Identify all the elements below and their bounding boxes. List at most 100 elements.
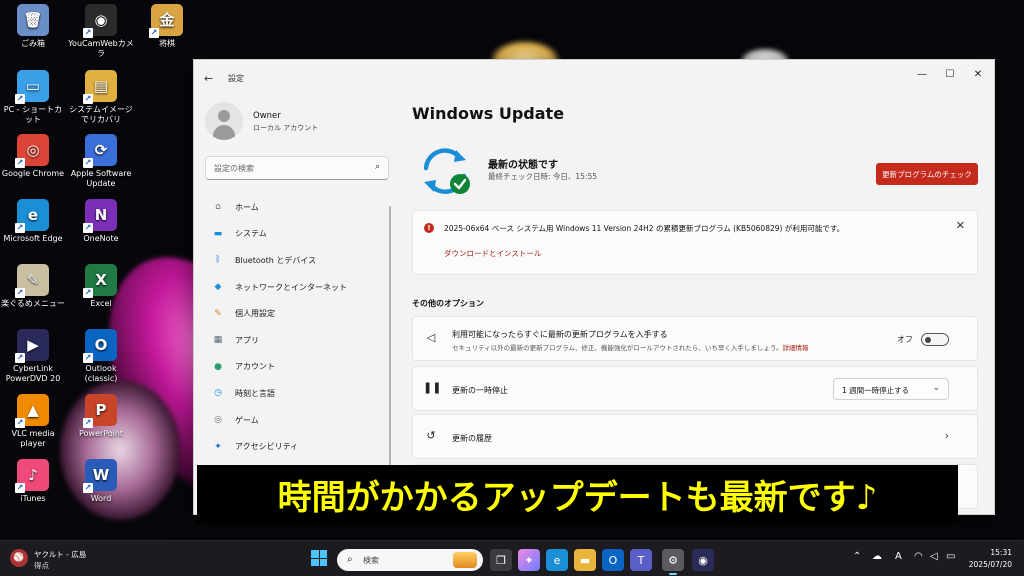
toggle-knob bbox=[925, 336, 931, 343]
update-status: 最新の状態です 最終チェック日時: 今日、15:55 更新プログラムのチェック bbox=[412, 142, 978, 196]
shortcut-arrow-icon: ↗ bbox=[83, 94, 93, 104]
taskbar: ⚾ ヤクルト - 広島 得点 ⌕ 検索 ❐ ✦ e ▬ O T ⚙ ◉ ⌃ ☁ … bbox=[0, 540, 1024, 576]
desktop-icon-label: CyberLink PowerDVD 20 bbox=[5, 364, 61, 383]
desktop-icon-label: Apple Software Update bbox=[70, 169, 132, 188]
app-icon: 🗑 bbox=[17, 4, 49, 36]
app-icon: ▭ ↗ bbox=[15, 70, 49, 104]
main-content: Windows Update 最新の状態です 最終チェック日時: 今日、15:5… bbox=[412, 60, 978, 514]
desktop-icon[interactable]: ▭ ↗ PC - ショートカット bbox=[0, 70, 66, 125]
sidebar-item[interactable]: ◆ ネットワークとインターネット bbox=[205, 274, 389, 301]
sidebar-item[interactable]: ◷ 時刻と言語 bbox=[205, 380, 389, 407]
desktop-icon[interactable]: ▶ ↗ CyberLink PowerDVD 20 bbox=[0, 329, 66, 384]
shortcut-arrow-icon: ↗ bbox=[15, 223, 25, 233]
desktop-icon[interactable]: e ↗ Microsoft Edge bbox=[0, 199, 66, 244]
latest-updates-toggle[interactable] bbox=[921, 333, 949, 346]
taskbar-search-input[interactable]: ⌕ 検索 bbox=[337, 549, 483, 571]
chevron-down-icon: ⌄ bbox=[932, 383, 940, 393]
megaphone-icon: ◁ bbox=[426, 331, 436, 344]
file-explorer-icon[interactable]: ▬ bbox=[574, 549, 596, 571]
shortcut-arrow-icon: ↗ bbox=[83, 353, 93, 363]
shortcut-arrow-icon: ↗ bbox=[15, 158, 25, 168]
sidebar-item[interactable]: ⌂ ホーム bbox=[205, 194, 389, 221]
desktop-icon[interactable]: ⟳ ↗ Apple Software Update bbox=[68, 134, 134, 189]
sidebar-item-label: ネットワークとインターネット bbox=[235, 282, 347, 292]
desktop-icon[interactable]: ▲ ↗ VLC media player bbox=[0, 394, 66, 449]
settings-gear-icon[interactable]: ⚙ bbox=[662, 549, 684, 575]
system-clock[interactable]: 15:31 2025/07/20 bbox=[969, 547, 1012, 571]
desktop-icon[interactable]: ◎ ↗ Google Chrome bbox=[0, 134, 66, 179]
close-icon[interactable]: ✕ bbox=[956, 219, 965, 232]
task-view-icon[interactable]: ❐ bbox=[490, 549, 512, 571]
settings-window: ← 設定 — ☐ ✕ Owner ローカル アカウント 設定の検索 ⌕ ⌂ ホーム… bbox=[193, 59, 995, 515]
start-button[interactable] bbox=[311, 550, 327, 566]
desktop-icon[interactable]: W ↗ Word bbox=[68, 459, 134, 504]
desktop-icon-label: PC - ショートカット bbox=[3, 105, 63, 124]
last-checked-text: 最終チェック日時: 今日、15:55 bbox=[488, 172, 598, 181]
sidebar-item[interactable]: ✎ 個人用設定 bbox=[205, 300, 389, 327]
video-caption: 時間がかかるアップデートも最新です♪ bbox=[197, 465, 958, 523]
history-icon: ↺ bbox=[426, 429, 436, 442]
download-install-link[interactable]: ダウンロードとインストール bbox=[444, 248, 541, 259]
update-history-option[interactable]: ↺ 更新の履歴 › bbox=[412, 414, 978, 459]
cloud-offline-icon[interactable]: ☁ bbox=[872, 551, 882, 562]
shortcut-arrow-icon: ↗ bbox=[83, 483, 93, 493]
settings-search-input[interactable]: 設定の検索 ⌕ bbox=[205, 156, 389, 180]
teams-icon[interactable]: T bbox=[630, 549, 652, 571]
app-icon: X ↗ bbox=[83, 264, 117, 298]
sidebar-item[interactable]: ✦ アクセシビリティ bbox=[205, 433, 389, 460]
sync-status-icon bbox=[423, 148, 470, 194]
sidebar-item[interactable]: ▦ アプリ bbox=[205, 327, 389, 354]
sidebar-item-icon: ◆ bbox=[214, 282, 222, 293]
desktop-icon-label: Excel bbox=[90, 299, 112, 308]
taskbar-search-placeholder: 検索 bbox=[363, 556, 379, 565]
copilot-icon[interactable]: ✦ bbox=[518, 549, 540, 571]
option-title: 利用可能になったらすぐに最新の更新プログラムを入手する bbox=[452, 330, 668, 339]
desktop-icon[interactable]: N ↗ OneNote bbox=[68, 199, 134, 244]
sidebar-item[interactable]: ◎ ゲーム bbox=[205, 407, 389, 434]
app-icon: W ↗ bbox=[83, 459, 117, 493]
edge-icon[interactable]: e bbox=[546, 549, 568, 571]
check-for-updates-button[interactable]: 更新プログラムのチェック bbox=[876, 163, 978, 185]
desktop-icon[interactable]: ▤ ↗ システムイメージでリカバリ bbox=[68, 70, 134, 125]
option-description: セキュリティ以外の最新の更新プログラム、修正、機能強化がロールアウトされたら、い… bbox=[452, 342, 809, 352]
desktop-icon[interactable]: P ↗ PowerPoint bbox=[68, 394, 134, 439]
toggle-state-label: オフ bbox=[897, 335, 913, 344]
sidebar-item-label: Bluetooth とデバイス bbox=[235, 255, 317, 265]
sidebar-item[interactable]: ● アカウント bbox=[205, 354, 389, 381]
sidebar-nav: ⌂ ホーム ▬ システム ᛒ Bluetooth とデバイス ◆ ネットワークとインターネット… bbox=[205, 194, 389, 460]
get-latest-updates-option[interactable]: ◁ 利用可能になったらすぐに最新の更新プログラムを入手する セキュリティ以外の最… bbox=[412, 316, 978, 361]
desktop-icon[interactable]: X ↗ Excel bbox=[68, 264, 134, 309]
sidebar-item-icon: ⌂ bbox=[215, 202, 221, 213]
powerdvd-icon[interactable]: ◉ bbox=[692, 549, 714, 571]
sidebar-item[interactable]: ▬ システム bbox=[205, 221, 389, 248]
desktop-icon-label: Outlook (classic) bbox=[84, 364, 118, 383]
desktop-icon-label: PowerPoint bbox=[78, 429, 124, 438]
outlook-icon[interactable]: O bbox=[602, 549, 624, 571]
sidebar-scrollbar[interactable] bbox=[389, 206, 391, 466]
desktop-icon[interactable]: ✎ ↗ 楽ぐるめメニュー bbox=[0, 264, 66, 309]
other-options-heading: その他のオプション bbox=[412, 299, 484, 308]
desktop-icon[interactable]: ♪ ↗ iTunes bbox=[0, 459, 66, 504]
ime-mode-icon[interactable]: A bbox=[895, 551, 902, 562]
chevron-up-icon[interactable]: ⌃ bbox=[853, 551, 861, 562]
pause-duration-dropdown[interactable]: 1 週間一時停止する ⌄ bbox=[833, 378, 949, 400]
sidebar-item-icon: ▦ bbox=[213, 335, 223, 346]
desktop-icon[interactable]: O ↗ Outlook (classic) bbox=[68, 329, 134, 384]
desktop-icon-label: VLC media player bbox=[11, 429, 55, 448]
app-title: 設定 bbox=[228, 74, 244, 83]
battery-icon[interactable]: ▭ bbox=[946, 551, 955, 562]
sidebar-item-icon: ✎ bbox=[214, 308, 222, 319]
sidebar-item-label: 時刻と言語 bbox=[235, 388, 275, 398]
learn-more-link[interactable]: 詳細情報 bbox=[783, 344, 809, 352]
desktop-icon[interactable]: 金 ↗ 将棋 bbox=[134, 4, 200, 49]
shortcut-arrow-icon: ↗ bbox=[15, 288, 25, 298]
desktop-icon[interactable]: ◉ ↗ YouCamWebカメラ bbox=[68, 4, 134, 59]
sidebar-item[interactable]: ᛒ Bluetooth とデバイス bbox=[205, 247, 389, 274]
desktop-icon[interactable]: 🗑 ごみ箱 bbox=[0, 4, 66, 49]
desktop-icon-label: Google Chrome bbox=[1, 169, 65, 178]
wifi-icon[interactable]: ◠ bbox=[914, 551, 923, 562]
volume-icon[interactable]: ◁ bbox=[930, 551, 938, 562]
back-arrow-icon[interactable]: ← bbox=[204, 72, 213, 85]
sidebar-item-icon: ● bbox=[214, 361, 222, 372]
option-title: 更新の履歴 bbox=[452, 434, 492, 443]
